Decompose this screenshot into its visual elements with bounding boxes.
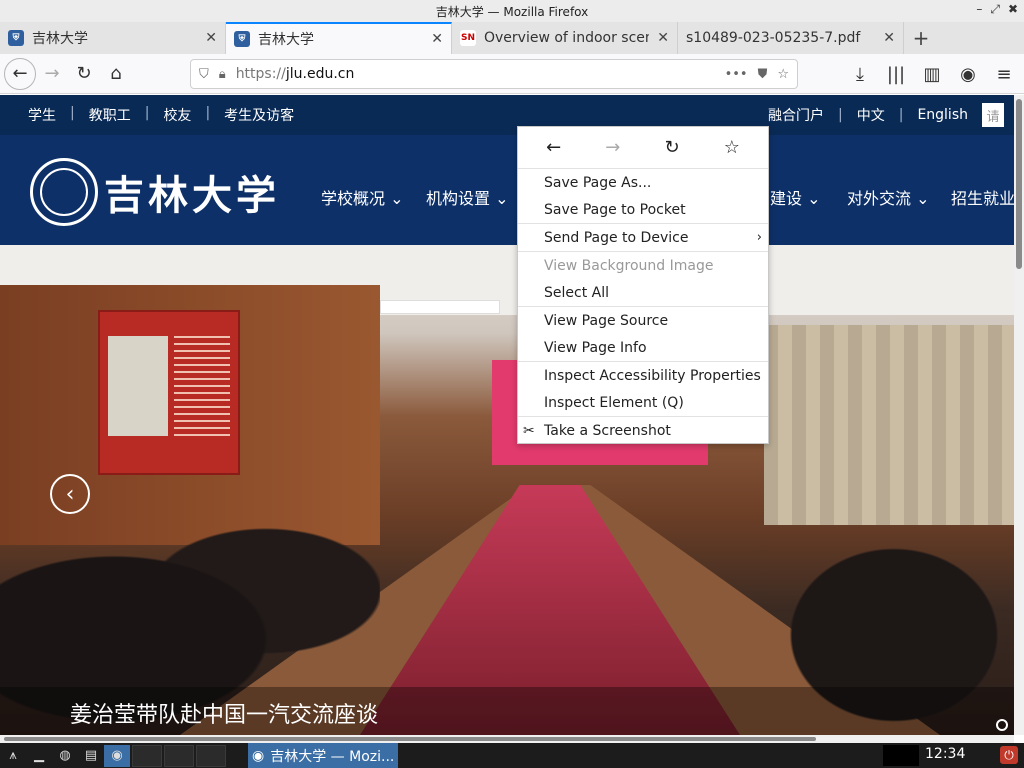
toolbar-right: ⤓ ||| ▥ ◉ ≡ bbox=[844, 58, 1020, 90]
file-manager-icon[interactable]: ▤ bbox=[78, 745, 104, 767]
navigation-toolbar: ← → ↻ ⌂ ⛉ 🔒︎ https://jlu.edu.cn ••• ⛊ ☆ … bbox=[0, 54, 1024, 94]
link-visitors[interactable]: 考生及访客 bbox=[224, 105, 294, 125]
shield-icon[interactable]: ⛉ bbox=[199, 67, 209, 82]
link-staff[interactable]: 教职工 bbox=[89, 105, 131, 125]
start-menu-icon[interactable]: ⩚ bbox=[0, 745, 26, 767]
menu-icon[interactable]: ≡ bbox=[988, 58, 1020, 90]
site-header: 吉林大学 学校概况 ⌄ 机构设置 ⌄ 建设 ⌄ 对外交流 ⌄ 招生就业 bbox=[0, 135, 1015, 245]
downloads-icon[interactable]: ⤓ bbox=[844, 58, 876, 90]
browser-launcher-icon[interactable]: ◍ bbox=[52, 745, 78, 767]
link-portal[interactable]: 融合门户 bbox=[768, 105, 824, 125]
nav-admission[interactable]: 招生就业 bbox=[951, 185, 1015, 209]
slide-indicator[interactable] bbox=[996, 719, 1008, 731]
minimize-icon[interactable]: – bbox=[976, 2, 982, 17]
close-tab-icon[interactable]: ✕ bbox=[205, 30, 217, 46]
tab-jlu-1[interactable]: ⛨ 吉林大学 ✕ bbox=[0, 22, 226, 54]
account-icon[interactable]: ◉ bbox=[952, 58, 984, 90]
tab-label: 吉林大学 bbox=[258, 32, 314, 48]
context-menu: ← → ↻ ☆ Save Page As... Save Page to Poc… bbox=[517, 126, 769, 444]
submenu-arrow-icon: › bbox=[756, 230, 762, 245]
show-desktop-icon[interactable]: ▁ bbox=[26, 745, 52, 767]
library-icon[interactable]: ||| bbox=[880, 58, 912, 90]
menu-inspect-element[interactable]: Inspect Element (Q) bbox=[518, 389, 768, 416]
link-chinese[interactable]: 中文 bbox=[857, 105, 885, 125]
context-nav-row: ← → ↻ ☆ bbox=[518, 127, 768, 169]
window-controls: – ⤢ ✖ bbox=[976, 2, 1018, 17]
jlu-favicon-icon: ⛨ bbox=[234, 31, 250, 47]
menu-view-page-info[interactable]: View Page Info bbox=[518, 334, 768, 361]
workspace-3[interactable] bbox=[196, 744, 226, 767]
link-alumni[interactable]: 校友 bbox=[163, 105, 191, 125]
back-button[interactable]: ← bbox=[4, 57, 36, 90]
nav-overview[interactable]: 学校概况 ⌄ bbox=[321, 185, 404, 209]
new-tab-button[interactable]: + bbox=[904, 22, 938, 54]
reload-button[interactable]: ↻ bbox=[68, 58, 100, 90]
tab-overview[interactable]: SN Overview of indoor scen ✕ bbox=[452, 22, 678, 54]
home-button[interactable]: ⌂ bbox=[100, 58, 132, 90]
hero-slide-image[interactable]: ‹ 姜治莹带队赴中国一汽交流座谈 bbox=[0, 245, 1014, 735]
university-name-logo[interactable]: 吉林大学 bbox=[104, 163, 280, 221]
slide-prev-button[interactable]: ‹ bbox=[50, 474, 90, 514]
url-text[interactable]: https://jlu.edu.cn bbox=[236, 66, 715, 82]
menu-take-screenshot[interactable]: ✂ Take a Screenshot bbox=[518, 417, 768, 444]
tab-pdf[interactable]: s10489-023-05235-7.pdf ✕ bbox=[678, 22, 904, 54]
workspace-1[interactable] bbox=[132, 744, 162, 767]
ctx-bookmark-icon[interactable]: ☆ bbox=[724, 137, 740, 158]
clock[interactable]: 12:34 bbox=[925, 746, 965, 762]
tab-jlu-2[interactable]: ⛨ 吉林大学 ✕ bbox=[226, 22, 452, 54]
url-bar[interactable]: ⛉ 🔒︎ https://jlu.edu.cn ••• ⛊ ☆ bbox=[190, 59, 798, 89]
jlu-favicon-icon: ⛨ bbox=[8, 30, 24, 46]
ctx-back-icon[interactable]: ← bbox=[546, 137, 561, 158]
lock-icon: 🔒︎ bbox=[218, 66, 226, 82]
firefox-launcher-icon[interactable]: ◉ bbox=[104, 744, 130, 767]
close-tab-icon[interactable]: ✕ bbox=[431, 31, 443, 47]
close-tab-icon[interactable]: ✕ bbox=[883, 30, 895, 46]
menu-inspect-accessibility[interactable]: Inspect Accessibility Properties bbox=[518, 362, 768, 389]
nav-exchange[interactable]: 对外交流 ⌄ bbox=[847, 185, 930, 209]
window-title: 吉林大学 — Mozilla Firefox bbox=[435, 4, 589, 19]
poster bbox=[98, 310, 240, 475]
menu-save-to-pocket[interactable]: Save Page to Pocket bbox=[518, 196, 768, 223]
slide-caption[interactable]: 姜治莹带队赴中国一汽交流座谈 bbox=[70, 697, 378, 729]
ctx-reload-icon[interactable]: ↻ bbox=[665, 137, 680, 158]
workspace-2[interactable] bbox=[164, 744, 194, 767]
nav-organization[interactable]: 机构设置 ⌄ bbox=[426, 185, 509, 209]
nav-construction[interactable]: 建设 ⌄ bbox=[770, 185, 821, 209]
window-title-bar: 吉林大学 — Mozilla Firefox – ⤢ ✖ bbox=[0, 0, 1024, 22]
menu-view-page-source[interactable]: View Page Source bbox=[518, 307, 768, 334]
menu-view-background-image: View Background Image bbox=[544, 257, 714, 274]
menu-select-all[interactable]: Select All bbox=[518, 279, 768, 306]
pocket-icon[interactable]: ⛊ bbox=[758, 67, 768, 82]
maximize-icon[interactable]: ⤢ bbox=[990, 2, 1000, 17]
page-actions-icon[interactable]: ••• bbox=[725, 67, 748, 82]
link-students[interactable]: 学生 bbox=[28, 105, 56, 125]
forward-button[interactable]: → bbox=[36, 58, 68, 90]
firefox-icon: ◉ bbox=[252, 747, 265, 764]
power-icon[interactable]: ⏻ bbox=[1000, 746, 1018, 764]
tab-label: Overview of indoor scen bbox=[484, 30, 650, 46]
horizontal-scrollbar[interactable] bbox=[0, 735, 1014, 743]
link-english[interactable]: English bbox=[917, 107, 968, 123]
ctx-forward-icon[interactable]: → bbox=[605, 137, 620, 158]
close-window-icon[interactable]: ✖ bbox=[1008, 2, 1018, 17]
sn-favicon-icon: SN bbox=[460, 30, 476, 46]
university-seal-logo[interactable] bbox=[30, 158, 98, 226]
site-top-bar: 学生 | 教职工 | 校友 | 考生及访客 融合门户 | 中文 | Englis… bbox=[0, 95, 1014, 135]
site-search-input[interactable]: 请 bbox=[982, 103, 1004, 127]
screenshot-icon: ✂ bbox=[523, 422, 535, 439]
bookmark-star-icon[interactable]: ☆ bbox=[777, 67, 789, 82]
vertical-scrollbar[interactable] bbox=[1014, 95, 1024, 735]
menu-send-to-device[interactable]: Send Page to Device › bbox=[518, 224, 768, 251]
menu-save-page-as[interactable]: Save Page As... bbox=[518, 169, 768, 196]
close-tab-icon[interactable]: ✕ bbox=[657, 30, 669, 46]
tab-label: 吉林大学 bbox=[32, 31, 88, 47]
tab-label: s10489-023-05235-7.pdf bbox=[686, 30, 861, 46]
os-taskbar: ⩚ ▁ ◍ ▤ ◉ ◉ 吉林大学 — Mozi... 12:34 ⏻ bbox=[0, 743, 1024, 768]
sidebar-icon[interactable]: ▥ bbox=[916, 58, 948, 90]
tab-bar: ⛨ 吉林大学 ✕ ⛨ 吉林大学 ✕ SN Overview of indoor … bbox=[0, 22, 1024, 54]
tray-box bbox=[883, 745, 919, 766]
taskbar-firefox-task[interactable]: ◉ 吉林大学 — Mozi... bbox=[248, 743, 398, 768]
